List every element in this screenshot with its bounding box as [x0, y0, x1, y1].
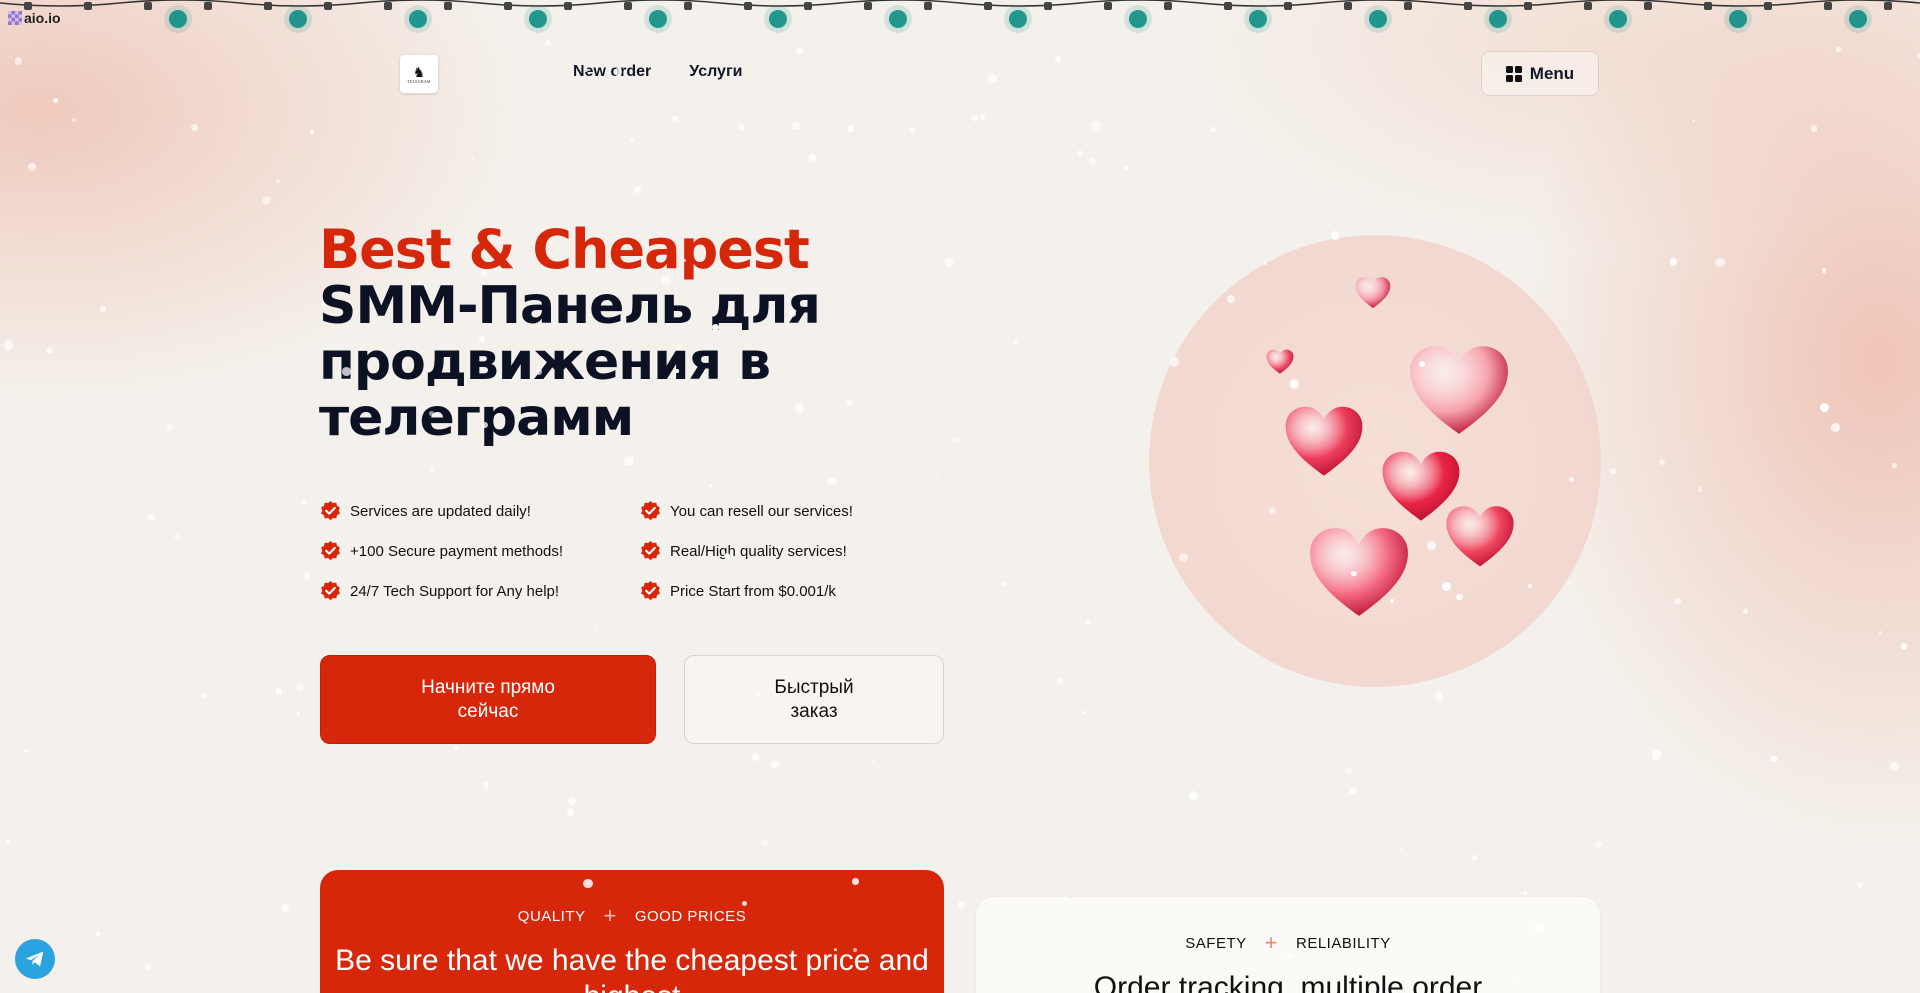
- light-bulb-icon: [1284, 2, 1392, 33]
- light-bulb-icon: [564, 2, 672, 33]
- hero-section: Best & Cheapest SMM-Панель для продвижен…: [319, 218, 959, 448]
- light-bulb-icon: [1164, 2, 1272, 33]
- nav-services[interactable]: Услуги: [689, 63, 742, 81]
- feature-text: Price Start from $0.001/k: [670, 583, 836, 600]
- light-bulb-icon: [504, 2, 512, 10]
- light-bulb-icon: [1644, 2, 1752, 33]
- light-bulb-icon: [1344, 2, 1352, 10]
- nav-new-order[interactable]: New order: [573, 63, 651, 81]
- menu-button[interactable]: Menu: [1481, 51, 1599, 96]
- light-bulb-icon: [1044, 2, 1152, 33]
- brand-tag-text: aio.io: [24, 10, 61, 26]
- feature-item: Real/High quality services!: [639, 540, 939, 563]
- feature-item: Price Start from $0.001/k: [639, 580, 939, 603]
- hero-title-main: SMM-Панель для продвижения в телеграмм: [319, 276, 821, 448]
- light-bulb-icon: [864, 2, 872, 10]
- main-nav: New order Услуги: [573, 63, 742, 81]
- feature-item: You can resell our services!: [639, 500, 939, 523]
- quality-card: QUALITY + GOOD PRICES Be sure that we ha…: [320, 870, 944, 993]
- light-bulb-icon: [1224, 2, 1232, 10]
- light-bulb-icon: [924, 2, 1032, 33]
- feature-text: +100 Secure payment methods!: [350, 543, 564, 560]
- light-bulb-icon: [1764, 2, 1872, 33]
- light-bulb-icon: [804, 2, 912, 33]
- light-bulb-icon: [1104, 2, 1112, 10]
- quality-tag: QUALITY: [517, 907, 586, 925]
- feature-text: Services are updated daily!: [350, 503, 531, 520]
- light-bulb-icon: [324, 2, 432, 33]
- heart-icon: [1284, 402, 1364, 482]
- light-bulb-icon: [1464, 2, 1472, 10]
- light-bulb-icon: [744, 2, 752, 10]
- safety-card-title: Order tracking, multiple order: [1093, 971, 1483, 993]
- string-lights: [0, 0, 1920, 33]
- menu-button-label: Menu: [1529, 63, 1575, 83]
- site-logo[interactable]: ♞ TELEGRAM: [400, 55, 438, 93]
- logo-text: TELEGRAM: [407, 78, 431, 84]
- telegram-icon: [25, 951, 44, 967]
- light-bulb-icon: [1884, 2, 1892, 10]
- feature-text: You can resell our services!: [670, 503, 853, 520]
- brand-tag[interactable]: aio.io: [8, 10, 61, 26]
- safety-card: SAFETY + RELIABILITY Order tracking, mul…: [976, 897, 1600, 993]
- quality-card-title: Be sure that we have the cheapest price …: [335, 944, 929, 993]
- light-bulb-icon: [144, 2, 152, 10]
- feature-item: Services are updated daily!: [319, 500, 639, 523]
- feature-text: Real/High quality services!: [670, 543, 847, 560]
- heart-icon: [1445, 502, 1515, 572]
- light-bulb-icon: [444, 2, 552, 33]
- hero-title-accent: Best & Cheapest: [319, 218, 810, 281]
- light-bulb-icon: [984, 2, 992, 10]
- light-bulb-icon: [624, 2, 632, 10]
- light-bulb-icon: [1824, 2, 1832, 10]
- heart-icon: [1355, 275, 1391, 311]
- safety-tag: SAFETY: [1185, 934, 1247, 952]
- light-bulb-icon: [1404, 2, 1512, 33]
- feature-item: +100 Secure payment methods!: [319, 540, 639, 563]
- quick-order-button[interactable]: Быстрый заказ: [684, 655, 944, 744]
- check-badge-icon: [639, 580, 662, 603]
- check-badge-icon: [639, 540, 662, 563]
- check-badge-icon: [319, 500, 342, 523]
- light-bulb-icon: [204, 2, 312, 33]
- heart-icon: [1408, 340, 1510, 442]
- pixel-logo-icon: [8, 11, 22, 25]
- light-bulb-icon: [24, 2, 32, 10]
- plus-icon: +: [1264, 930, 1278, 955]
- plus-icon: +: [603, 903, 617, 928]
- light-bulb-icon: [384, 2, 392, 10]
- heart-icon: [1308, 522, 1410, 624]
- check-badge-icon: [319, 580, 342, 603]
- telegram-button[interactable]: [15, 939, 55, 979]
- feature-item: 24/7 Tech Support for Any help!: [319, 580, 639, 603]
- light-bulb-icon: [264, 2, 272, 10]
- good-prices-tag: GOOD PRICES: [634, 907, 747, 925]
- feature-list: Services are updated daily! You can resel…: [319, 500, 939, 603]
- grid-icon: [1505, 65, 1522, 82]
- hero-title: Best & Cheapest SMM-Панель для продвижен…: [319, 218, 959, 448]
- check-badge-icon: [639, 500, 662, 523]
- page-background: [0, 0, 1920, 993]
- start-now-button[interactable]: Начните прямо сейчас: [320, 655, 656, 744]
- check-badge-icon: [319, 540, 342, 563]
- light-bulb-icon: [84, 2, 192, 33]
- light-bulb-icon: [1704, 2, 1712, 10]
- feature-text: 24/7 Tech Support for Any help!: [350, 583, 560, 600]
- heart-icon: [1266, 348, 1294, 376]
- light-bulb-icon: [1524, 2, 1632, 33]
- horse-logo-icon: ♞: [412, 63, 426, 80]
- reliability-tag: RELIABILITY: [1296, 934, 1391, 952]
- light-bulb-icon: [684, 2, 792, 33]
- light-bulb-icon: [1584, 2, 1592, 10]
